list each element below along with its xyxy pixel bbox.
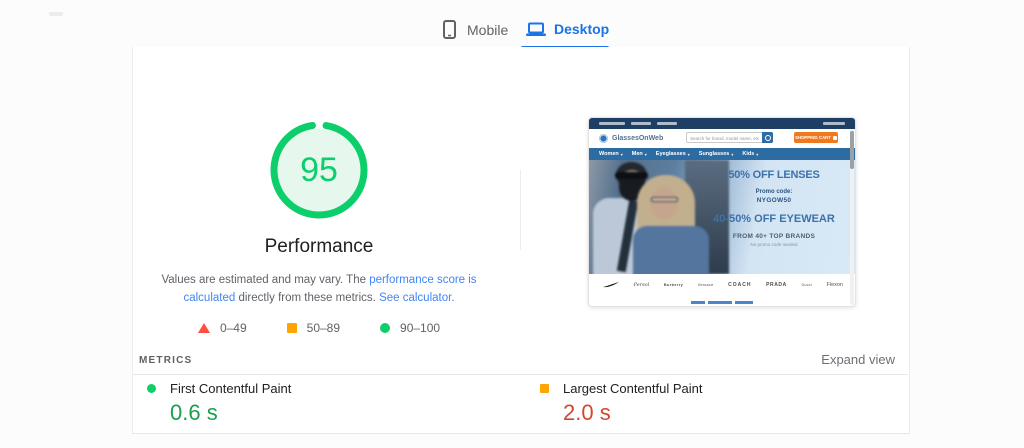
performance-score: 95: [270, 121, 368, 219]
preview-hero: 50% OFF LENSES Promo code: NYGOW50 40-50…: [589, 160, 855, 274]
chevron-down-icon: ▾: [621, 152, 623, 157]
preview-topbar: [589, 118, 855, 129]
disclaimer-text: Values are estimated and may vary. The p…: [151, 271, 487, 307]
chevron-down-icon: ▾: [688, 152, 690, 157]
preview-cart-button: SHOPPING CART: [794, 132, 838, 143]
prada-logo: PRADA: [766, 282, 787, 288]
woman-glasses: [651, 197, 678, 202]
legend-average-range: 50–89: [307, 321, 340, 335]
metric-first-contentful-paint: First Contentful Paint 0.6 s: [147, 381, 467, 426]
metrics-heading: METRICS: [139, 355, 192, 366]
pass-circle-icon: [380, 323, 390, 333]
preview-scrollbar-thumb: [850, 131, 854, 169]
performance-gauge[interactable]: 95: [270, 121, 368, 219]
metric-largest-contentful-paint: Largest Contentful Paint 2.0 s: [540, 381, 860, 426]
disclaimer-part1: Values are estimated and may vary. The: [161, 274, 369, 286]
column-divider: [520, 170, 521, 250]
burberry-logo: Burberry: [664, 283, 683, 287]
metric-fcp-value: 0.6 s: [170, 400, 467, 426]
top-left-artifact: [49, 12, 63, 16]
search-icon: [762, 132, 773, 143]
report-card: 95 Performance Values are estimated and …: [132, 47, 910, 434]
metric-lcp-name: Largest Contentful Paint: [563, 381, 702, 396]
metrics-divider: [133, 374, 908, 375]
see-calculator-link[interactable]: See calculator.: [379, 292, 454, 304]
hero-promo-code: NYGOW50: [710, 197, 838, 204]
legend-fail-range: 0–49: [220, 321, 247, 335]
hero-subheadline: 40-50% OFF EYEWEAR: [710, 213, 838, 225]
hero-footnote: No promo code needed: [710, 242, 838, 247]
expand-view-link[interactable]: Expand view: [821, 352, 895, 367]
metric-lcp-value: 2.0 s: [563, 400, 860, 426]
legend-pass: 90–100: [380, 321, 440, 335]
preview-nav-men: Men▾: [632, 151, 647, 157]
tab-desktop-label: Desktop: [554, 21, 609, 37]
gucci-logo: Gucci: [801, 283, 811, 287]
nike-logo: [603, 282, 619, 289]
smartphone-icon: [443, 20, 456, 39]
hero-text-block: 50% OFF LENSES Promo code: NYGOW50 40-50…: [710, 163, 838, 247]
preview-nav-sunglasses: Sunglasses▾: [699, 151, 734, 157]
chevron-down-icon: ▾: [756, 152, 758, 157]
average-square-icon: [540, 384, 549, 393]
preview-nav-eyeglasses: Eyeglasses▾: [656, 151, 690, 157]
hero-photo: [589, 160, 729, 274]
chevron-down-icon: ▾: [731, 152, 733, 157]
hero-promo-label: Promo code:: [710, 189, 838, 195]
legend-pass-range: 90–100: [400, 321, 440, 335]
tab-mobile[interactable]: Mobile: [443, 20, 508, 39]
fail-triangle-icon: [198, 323, 210, 333]
tab-mobile-label: Mobile: [467, 22, 508, 38]
tab-desktop[interactable]: Desktop: [526, 21, 609, 37]
preview-header: GlassesOnWeb Search for brand, model nam…: [589, 129, 855, 148]
preview-nav-kids: Kids▾: [742, 151, 758, 157]
average-square-icon: [287, 323, 297, 333]
preview-scrollbar: [850, 129, 854, 305]
topbar-phone-placeholder: [599, 122, 625, 125]
preview-brand-name: GlassesOnWeb: [612, 135, 663, 142]
flexon-logo: Flexon: [826, 282, 843, 288]
persol-logo: Persol: [634, 282, 650, 288]
disclaimer-part2: directly from these metrics.: [235, 292, 379, 304]
chevron-down-icon: ▾: [645, 152, 647, 157]
preview-search-placeholder: Search for brand, model name, etc: [690, 136, 759, 141]
preview-nav-women: Women▾: [599, 151, 623, 157]
pagespeed-insights-report: Mobile Desktop 95 Performance Values are…: [0, 0, 1024, 448]
laptop-icon: [526, 22, 546, 36]
topbar-track-placeholder: [657, 122, 677, 125]
topbar-contact-placeholder: [631, 122, 651, 125]
coach-logo: COACH: [728, 282, 751, 288]
hero-brands-line: FROM 40+ TOP BRANDS: [710, 233, 838, 240]
preview-nav: Women▾ Men▾ Eyeglasses▾ Sunglasses▾ Kids…: [589, 148, 855, 160]
man-sunglasses: [615, 172, 648, 179]
metric-fcp-name: First Contentful Paint: [170, 381, 291, 396]
versace-logo: Versace: [698, 283, 714, 287]
brand-logos-row: Persol Burberry Versace COACH PRADA Gucc…: [589, 274, 855, 296]
preview-footer-link: [589, 301, 855, 304]
preview-search-input: Search for brand, model name, etc: [686, 132, 773, 143]
good-circle-icon: [147, 384, 156, 393]
preview-cart-label: SHOPPING CART: [795, 135, 831, 140]
legend-fail: 0–49: [198, 321, 247, 335]
site-preview-thumbnail[interactable]: GlassesOnWeb Search for brand, model nam…: [588, 117, 856, 307]
legend-average: 50–89: [287, 321, 340, 335]
cart-icon: [833, 136, 837, 140]
topbar-account-placeholder: [823, 122, 845, 125]
hero-headline: 50% OFF LENSES: [710, 169, 838, 181]
score-legend: 0–49 50–89 90–100: [133, 321, 505, 335]
performance-title: Performance: [133, 236, 505, 258]
glassesonweb-logo-icon: [599, 134, 608, 143]
